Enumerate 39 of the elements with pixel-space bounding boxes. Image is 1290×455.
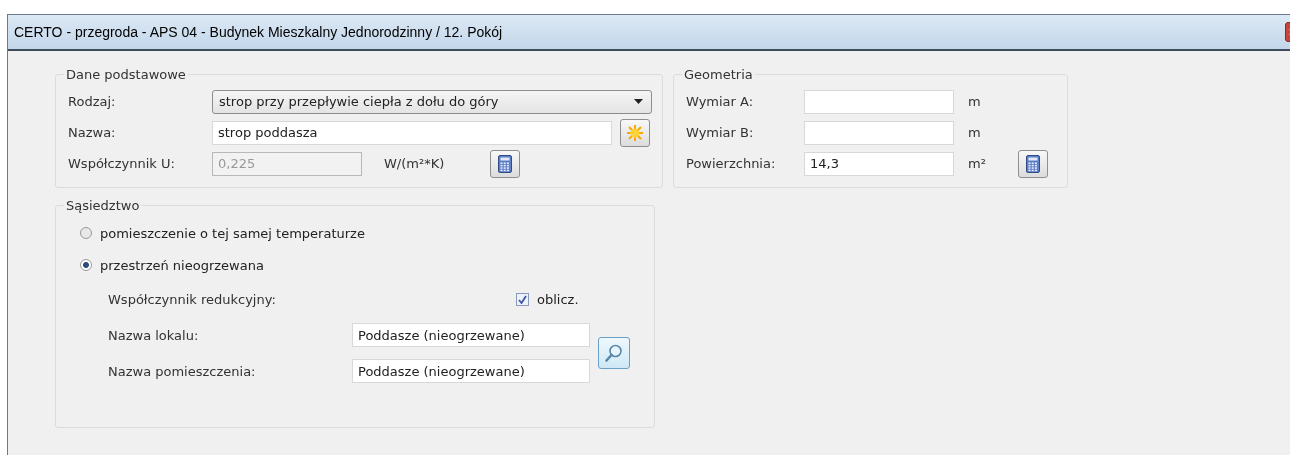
field-label: Nazwa lokalu: — [108, 327, 200, 343]
type-dropdown[interactable]: strop przy przepływie ciepła z dołu do góry — [212, 89, 652, 114]
field-label: Powierzchnia: — [686, 156, 777, 171]
unit-label: W/(m²*K) — [384, 156, 446, 171]
sun-button[interactable] — [620, 118, 650, 147]
unit-label: m² — [968, 156, 987, 171]
radio-label[interactable]: pomieszczenie o tej samej temperaturze — [100, 225, 365, 241]
calculator-button[interactable] — [1018, 149, 1048, 178]
radio-button[interactable] — [80, 227, 92, 239]
field-label: Wymiar A: — [686, 94, 755, 109]
calculator-icon — [1026, 154, 1040, 173]
dimension-field[interactable] — [804, 89, 954, 114]
field-label: Współczynnik redukcyjny: — [108, 291, 277, 307]
caret-icon — [634, 99, 643, 104]
group-title: Geometria — [683, 67, 754, 82]
field-label: Nazwa pomieszczenia: — [108, 363, 257, 379]
room-name-field[interactable]: Poddasze (nieogrzewane) — [352, 359, 590, 383]
field-label: Rodzaj: — [68, 94, 117, 109]
dimension-field[interactable]: 14,3 — [804, 151, 954, 176]
sun-icon — [626, 123, 644, 142]
field-label: Wymiar B: — [686, 125, 755, 140]
radio-button[interactable] — [80, 259, 92, 271]
unit-label: m — [968, 94, 982, 109]
name-field[interactable]: strop poddasza — [212, 120, 612, 145]
window-title: CERTO - przegroda - APS 04 - Budynek Mieszkalny Jednorodzinny / 12. Pokój — [14, 24, 503, 40]
field-label: Nazwa: — [68, 125, 117, 140]
dimension-field[interactable] — [804, 120, 954, 145]
calculator-button[interactable] — [490, 149, 520, 178]
unit-name-field[interactable]: Poddasze (nieogrzewane) — [352, 323, 590, 347]
checkbox-label[interactable]: oblicz. — [537, 291, 579, 307]
group-title: Sąsiedztwo — [65, 198, 141, 213]
unit-label: m — [968, 125, 982, 140]
search-button[interactable] — [598, 337, 630, 369]
radio-label[interactable]: przestrzeń nieogrzewana — [100, 257, 264, 273]
search-icon — [604, 343, 624, 363]
field-label: Współczynnik U: — [68, 156, 176, 171]
checkbox[interactable] — [516, 292, 529, 306]
calculator-icon — [498, 154, 512, 173]
group-title: Dane podstawowe — [65, 67, 187, 82]
